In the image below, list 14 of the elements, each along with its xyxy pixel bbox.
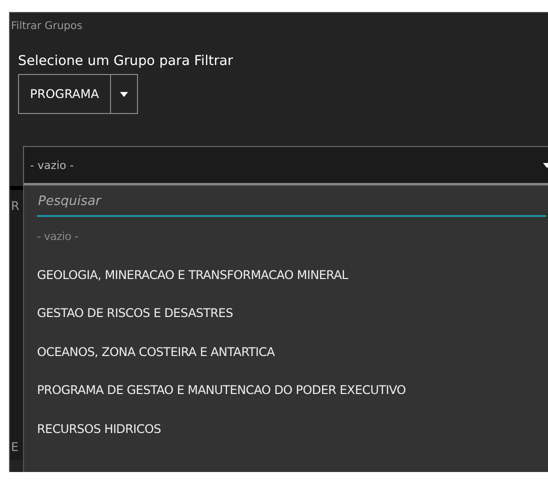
dropdown-option[interactable]: GEOLOGIA, MINERACAO E TRANSFORMACAO MINERAL: [37, 256, 548, 294]
dropdown-option[interactable]: PROGRAMA DE GESTAO E MANUTENCAO DO PODER EXECUTIVO: [37, 371, 548, 410]
group-select[interactable]: PROGRAMA: [18, 74, 138, 114]
caret-icon: [120, 92, 128, 96]
dropdown-option[interactable]: GESTAO DE RISCOS E DESASTRES: [37, 294, 548, 332]
search-field[interactable]: Pesquisar: [37, 191, 546, 217]
field-label: R: [11, 199, 20, 213]
value-select[interactable]: - vazio -: [23, 146, 548, 186]
dropdown-option[interactable]: RECURSOS HIDRICOS: [37, 410, 548, 448]
dropdown-option[interactable]: - vazio -: [37, 217, 548, 256]
prompt-label: Selecione um Grupo para Filtrar: [17, 52, 234, 69]
field-label: E: [11, 440, 19, 454]
dropdown-option[interactable]: OCEANOS, ZONA COSTEIRA E ANTARTICA: [37, 332, 548, 371]
panel-title: Filtrar Grupos: [10, 19, 84, 32]
